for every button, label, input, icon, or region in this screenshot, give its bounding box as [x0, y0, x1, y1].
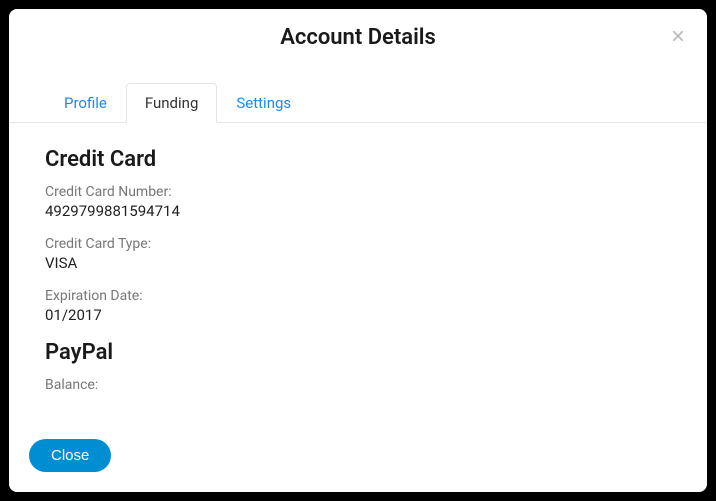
paypal-balance-label: Balance:: [45, 377, 671, 393]
account-details-modal: Account Details × Profile Funding Settin…: [9, 9, 707, 492]
paypal-balance-field: Balance:: [45, 377, 671, 393]
credit-card-number-label: Credit Card Number:: [45, 184, 671, 200]
credit-card-heading: Credit Card: [45, 147, 671, 172]
tab-settings[interactable]: Settings: [217, 83, 310, 123]
expiration-date-field: Expiration Date: 01/2017: [45, 288, 671, 324]
credit-card-type-label: Credit Card Type:: [45, 236, 671, 252]
expiration-date-value: 01/2017: [45, 306, 671, 324]
modal-header: Account Details ×: [9, 9, 707, 66]
credit-card-type-value: VISA: [45, 254, 671, 272]
tab-funding[interactable]: Funding: [126, 83, 218, 123]
modal-footer: Close: [9, 427, 707, 492]
modal-title: Account Details: [29, 25, 687, 50]
credit-card-number-value: 4929799881594714: [45, 202, 671, 220]
credit-card-number-field: Credit Card Number: 4929799881594714: [45, 184, 671, 220]
expiration-date-label: Expiration Date:: [45, 288, 671, 304]
close-button[interactable]: Close: [29, 439, 111, 472]
tabs: Profile Funding Settings: [9, 82, 707, 123]
paypal-heading: PayPal: [45, 340, 671, 365]
close-icon[interactable]: ×: [663, 21, 693, 53]
credit-card-type-field: Credit Card Type: VISA: [45, 236, 671, 272]
tab-profile[interactable]: Profile: [45, 83, 126, 123]
modal-body: Credit Card Credit Card Number: 49297998…: [9, 123, 707, 427]
